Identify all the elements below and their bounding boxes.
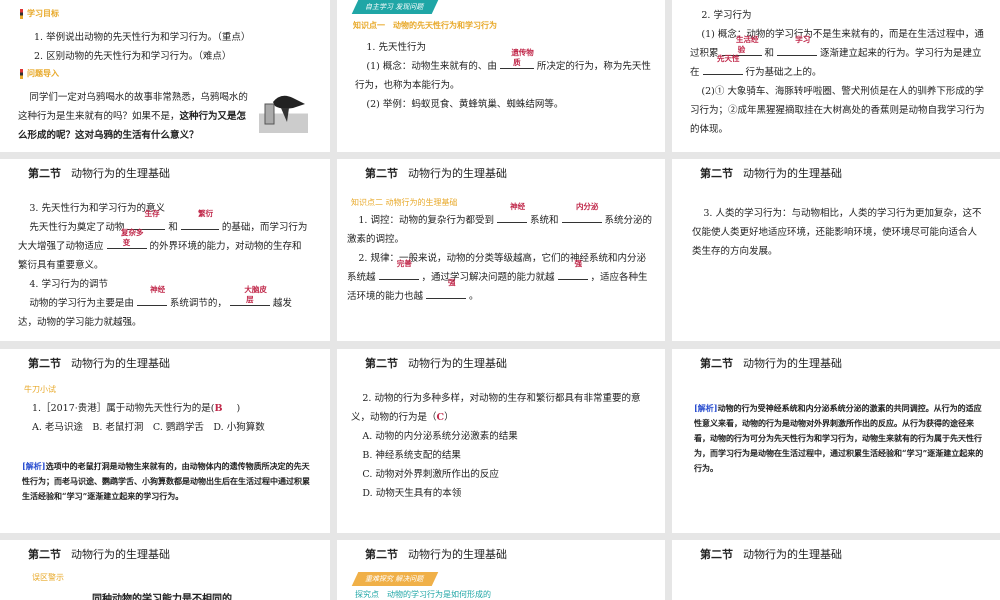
slide-quiz2-explanation[interactable]: 第二节 动物行为的生理基础 [解析]动物的行为受神经系统和内分泌系统分泌的激素的共… (672, 349, 1000, 533)
quiz2-explanation: [解析]动物的行为受神经系统和内分泌系统分泌的激素的共同调控。从行为的适应性意义… (694, 403, 984, 473)
answer-blank: 复杂多变 (106, 228, 147, 249)
intro-heading: 问题导入 (20, 68, 59, 79)
answer-blank: 先天性 (702, 54, 743, 75)
exploration-point: 探究点 动物的学习行为是如何形成的 (355, 590, 491, 599)
exploration-banner: 重难探究 解决问题 (351, 572, 439, 586)
goal-item: 1. 举例说出动物的先天性行为和学习行为。（重点） (34, 32, 251, 43)
slide-learning-goals[interactable]: 学习目标 1. 举例说出动物的先天性行为和学习行为。（重点） 2. 区别动物的先… (0, 0, 330, 152)
slide-significance[interactable]: 第二节 动物行为的生理基础 3. 先天性行为和学习行为的意义 先天性行为奠定了动物… (0, 159, 330, 341)
section-title: 第二节 动物行为的生理基础 (700, 548, 842, 561)
quiz-answer: B (214, 403, 223, 414)
knowledge-point-2: 知识点二 动物行为的生理基础 (351, 198, 458, 207)
quiz-explanation: [解析]选项中的老鼠打洞是动物生来就有的，由动物体内的遗传物质所决定的先天性行为… (22, 461, 310, 501)
slide-quiz-2[interactable]: 第二节 动物行为的生理基础 2. 动物的行为多种多样，对动物的生存和繁衍都具有非常… (337, 349, 665, 533)
quiz2-answer: C (436, 412, 445, 423)
answer-blank: 遗传物质 (499, 48, 534, 69)
physiology-content: 1. 调控：动物的复杂行为都受到 神经 系统和 内分泌 系统分泌的激素的调控。 2. 规… (347, 202, 655, 306)
section-title: 第二节 动物行为的生理基础 (700, 357, 842, 370)
answer-blank: 神经 (496, 202, 527, 223)
innate-definition: (1) 概念：动物生来就有的、由 遗传物质 所决定的行为，称为先天性行为，也称为本能… (355, 48, 651, 91)
innate-content: 1. 先天性行为 (1) 概念：动物生来就有的、由 遗传物质 所决定的行为，称为先天… (355, 38, 655, 114)
answer-blank: 大脑皮层 (229, 285, 270, 306)
learned-heading: 2. 学习行为 (701, 10, 752, 21)
option-d: D. 动物天生具有的本领 (362, 488, 462, 499)
self-study-banner: 自主学习 发现问题 (351, 0, 439, 14)
knowledge-point-1: 知识点一 动物的先天性行为和学习行为 (353, 21, 497, 30)
option-c: C. 动物对外界刺激所作出的反应 (362, 469, 499, 480)
heading-bar-icon (20, 8, 23, 19)
slide-learned-behavior[interactable]: 2. 学习行为 (1) 概念：动物的学习行为不是生来就有的，而是在生活过程中，通… (672, 0, 1000, 152)
intro-label: 问题导入 (27, 69, 59, 78)
answer-blank: 神经 (136, 285, 167, 306)
goals-label: 学习目标 (27, 9, 59, 18)
section-title: 第二节 动物行为的生理基础 (365, 167, 507, 180)
section-title: 第二节 动物行为的生理基础 (365, 548, 507, 561)
heading-bar-icon (20, 68, 23, 79)
quiz2-question: 2. 动物的行为多种多样，对动物的生存和繁衍都具有非常重要的意义，动物的行为是（… (351, 389, 641, 503)
slide-human-learning[interactable]: 第二节 动物行为的生理基础 3. 人类的学习行为：与动物相比，人类的学习行为更加复… (672, 159, 1000, 341)
section-title: 第二节 动物行为的生理基础 (28, 167, 170, 180)
learned-examples: (2)① 大象骑车、海豚转呼啦圈、警犬刑侦是在人的驯养下形成的学习行为；②成年黑… (690, 86, 985, 135)
answer-blank: 繁衍 (180, 209, 219, 230)
answer-blank: 完善 (378, 259, 419, 280)
slide-quiz-1[interactable]: 第二节 动物行为的生理基础 牛刀小试 1.［2017·贵港］属于动物先天性行为的是… (0, 349, 330, 533)
answer-blank: 强 (557, 259, 588, 280)
quiz-options: A. 老马识途 B. 老鼠打洞 C. 鹦鹉学舌 D. 小狗算数 (32, 422, 265, 433)
misconception-label: 误区警示 (32, 573, 64, 582)
learned-content: 2. 学习行为 (1) 概念：动物的学习行为不是生来就有的，而是在生活过程中，通… (690, 6, 990, 139)
section-title: 第二节 动物行为的生理基础 (365, 357, 507, 370)
option-a: A. 动物的内分泌系统分泌激素的结果 (362, 431, 518, 442)
slide-exploration[interactable]: 第二节 动物行为的生理基础 重难探究 解决问题 探究点 动物的学习行为是如何形成的 (337, 540, 665, 600)
answer-blank: 强 (426, 278, 467, 299)
slide-physiological-basis[interactable]: 第二节 动物行为的生理基础 知识点二 动物行为的生理基础 1. 调控：动物的复杂行… (337, 159, 665, 341)
significance-text: 先天性行为奠定了动物 生存和繁衍 的基础，而学习行为大大增强了动物适应 复杂多变 的外界… (18, 209, 308, 271)
slide-innate-behavior[interactable]: 自主学习 发现问题 知识点一 动物的先天性行为和学习行为 1. 先天性行为 (1… (337, 0, 665, 152)
rule-text: 2. 规律：一般来说，动物的分类等级越高，它们的神经系统和内分泌系统越 完善 ，通过… (347, 253, 648, 302)
significance-content: 3. 先天性行为和学习行为的意义 先天性行为奠定了动物 生存和繁衍 的基础，而学习行… (18, 199, 308, 332)
quiz-label: 牛刀小试 (24, 385, 56, 394)
crow-icon (264, 95, 305, 125)
section-title: 第二节 动物行为的生理基础 (28, 548, 170, 561)
quiz-question: 1.［2017·贵港］属于动物先天性行为的是(B) A. 老马识途 B. 老鼠打… (32, 399, 322, 437)
slide-summary[interactable]: 第二节 动物行为的生理基础 (672, 540, 1000, 600)
goal-item: 2. 区别动物的先天性行为和学习行为。（难点） (34, 51, 232, 62)
section-title: 第二节 动物行为的生理基础 (28, 357, 170, 370)
crow-drinking-image (259, 90, 308, 133)
answer-blank: 学习 (777, 35, 818, 56)
option-b: B. 神经系统支配的结果 (362, 450, 461, 461)
human-learning-text: 3. 人类的学习行为：与动物相比，人类的学习行为更加复杂，这不仅能使人类更好地适… (692, 208, 982, 257)
learned-definition: (1) 概念：动物的学习行为不是生来就有的，而是在生活过程中，通过积累 生活经验和… (690, 29, 984, 78)
misconception-heading: 同种动物的学习能力是不相同的 (92, 594, 232, 600)
regulation-text: 动物的学习行为主要是由 神经 系统调节的， 大脑皮层 越发达，动物的学习能力就越强。 (18, 285, 292, 328)
goals-heading: 学习目标 (20, 8, 59, 19)
slide-misconception[interactable]: 第二节 动物行为的生理基础 误区警示 同种动物的学习能力是不相同的 (0, 540, 330, 600)
answer-blank: 内分泌 (561, 202, 602, 223)
innate-examples: (2) 举例：蚂蚁觅食、黄蜂筑巢、蜘蛛结网等。 (366, 99, 564, 110)
section-title: 第二节 动物行为的生理基础 (700, 167, 842, 180)
goals-list: 1. 举例说出动物的先天性行为和学习行为。（重点） 2. 区别动物的先天性行为和… (34, 28, 324, 66)
intro-paragraph: 同学们一定对乌鸦喝水的故事非常熟悉，乌鸦喝水的这种行为是生来就有的吗？如果不是，… (18, 88, 254, 145)
control-text: 1. 调控：动物的复杂行为都受到 神经 系统和 内分泌 系统分泌的激素的调控。 (347, 202, 653, 245)
